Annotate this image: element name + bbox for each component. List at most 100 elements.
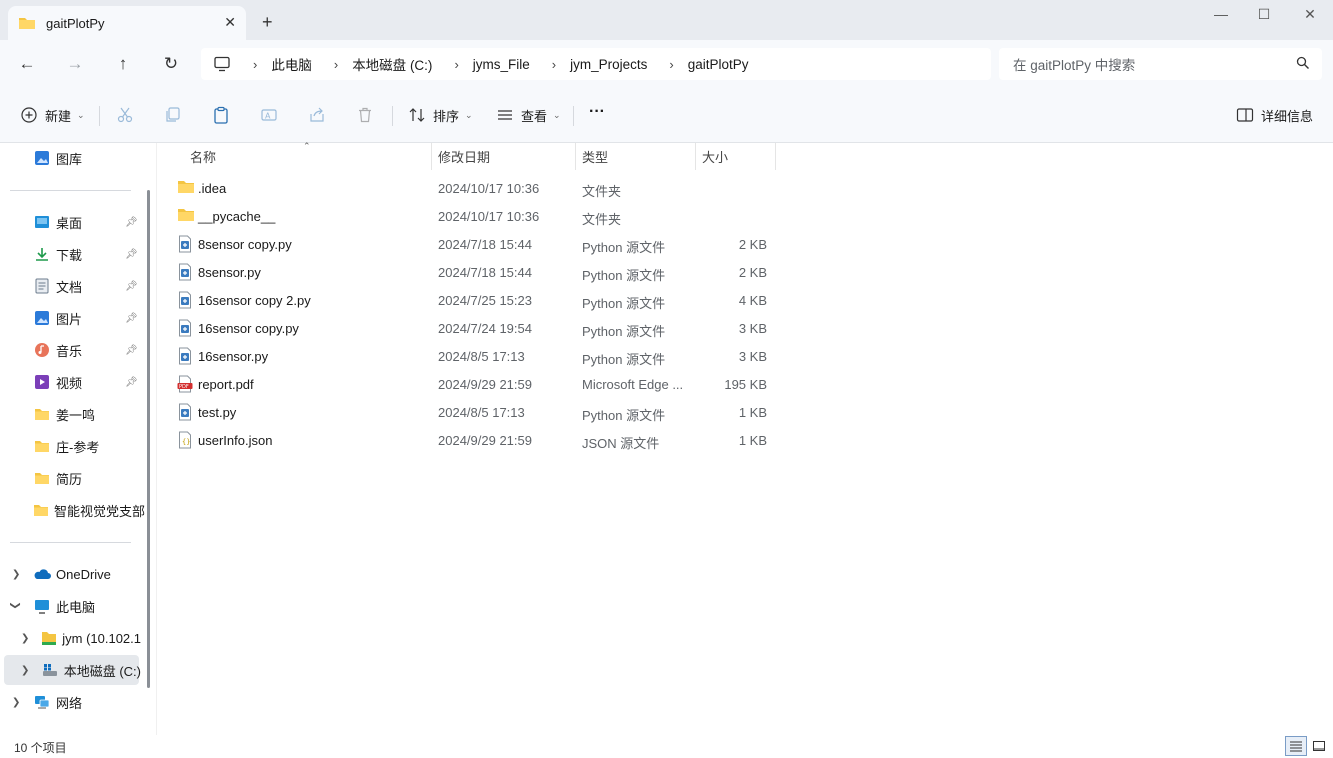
file-row[interactable]: 16sensor.py 2024/8/5 17:13 Python 源文件 3 KB bbox=[157, 342, 777, 370]
folder-icon bbox=[177, 179, 195, 197]
column-header-size[interactable]: 大小 bbox=[702, 143, 728, 170]
file-row[interactable]: test.py 2024/8/5 17:13 Python 源文件 1 KB bbox=[157, 398, 777, 426]
python-file-icon bbox=[177, 235, 195, 253]
maximize-button[interactable]: ☐ bbox=[1241, 6, 1287, 23]
more-options-button[interactable]: ··· bbox=[589, 101, 605, 123]
toolbar-divider bbox=[99, 106, 100, 126]
sidebar-item-network[interactable]: 网络 bbox=[33, 688, 82, 716]
sidebar-item-label: 姜一鸣 bbox=[56, 407, 96, 423]
file-row[interactable]: 8sensor.py 2024/7/18 15:44 Python 源文件 2 KB bbox=[157, 258, 777, 286]
column-header-name[interactable]: 名称 bbox=[190, 143, 216, 170]
chevron-right-icon[interactable]: ❯ bbox=[12, 569, 20, 580]
column-header-type[interactable]: 类型 bbox=[582, 143, 608, 170]
sidebar-item-videos[interactable]: 视频 bbox=[33, 368, 82, 396]
sidebar-item-this-pc[interactable]: 此电脑 bbox=[33, 592, 95, 620]
search-icon[interactable] bbox=[1296, 56, 1310, 70]
pin-icon[interactable]: 📌︎ bbox=[125, 281, 138, 292]
breadcrumb-this-pc[interactable]: 此电脑 bbox=[271, 54, 312, 74]
sidebar-item-folder-party-branch[interactable]: 智能视觉党支部 bbox=[33, 496, 145, 524]
gallery-icon bbox=[33, 149, 51, 167]
forward-button[interactable]: → bbox=[61, 52, 89, 76]
new-button[interactable]: 新建 ⌄ bbox=[19, 104, 85, 126]
file-row[interactable]: 16sensor copy.py 2024/7/24 19:54 Python 源文… bbox=[157, 314, 777, 342]
sidebar-item-network-drive[interactable]: jym (10.102.1 bbox=[41, 624, 141, 652]
delete-button[interactable] bbox=[355, 104, 375, 126]
computer-icon bbox=[214, 56, 230, 72]
file-row[interactable]: {} userInfo.json 2024/9/29 21:59 JSON 源文件 1 … bbox=[157, 426, 777, 454]
command-bar: 新建 ⌄ A 排序 ⌄ 查看 ⌄ ··· 详细信息 bbox=[0, 88, 1333, 143]
sidebar-item-folder-jiang[interactable]: 姜一鸣 bbox=[33, 400, 95, 428]
file-size: 1 KB bbox=[738, 405, 767, 420]
tab-gaitplotpy[interactable]: gaitPlotPy ✕ bbox=[8, 6, 246, 40]
column-divider[interactable] bbox=[775, 143, 776, 170]
sidebar-item-gallery[interactable]: 图库 bbox=[33, 144, 82, 172]
search-input[interactable]: 在 gaitPlotPy 中搜索 bbox=[999, 48, 1322, 80]
column-divider[interactable] bbox=[575, 143, 576, 170]
pin-icon[interactable]: 📌︎ bbox=[125, 217, 138, 228]
python-file-icon bbox=[177, 403, 195, 421]
item-count: 10 个项目 bbox=[14, 741, 67, 755]
details-pane-button[interactable]: 详细信息 bbox=[1235, 104, 1313, 126]
sidebar-item-documents[interactable]: 文档 bbox=[33, 272, 82, 300]
network-icon bbox=[33, 693, 51, 711]
up-button[interactable]: ↑ bbox=[109, 52, 137, 76]
folder-icon bbox=[19, 18, 35, 29]
python-file-icon bbox=[177, 291, 195, 309]
chevron-right-icon[interactable]: ❯ bbox=[21, 633, 29, 644]
chevron-right-icon[interactable]: ❯ bbox=[12, 697, 20, 708]
sort-button[interactable]: 排序 ⌄ bbox=[407, 104, 473, 126]
column-header-date[interactable]: 修改日期 bbox=[438, 143, 490, 170]
status-bar: 10 个项目 bbox=[0, 735, 1333, 758]
breadcrumb-local-disk[interactable]: 本地磁盘 (C:) bbox=[352, 54, 432, 74]
navigation-pane: 图库 桌面 📌︎ 下载 📌︎ 文档 📌︎ 图片 📌︎ 音乐 📌︎ 视频 📌︎ 姜… bbox=[0, 143, 156, 735]
breadcrumb-jyms-file[interactable]: jyms_File bbox=[473, 57, 530, 72]
breadcrumb-gaitplotpy[interactable]: gaitPlotPy bbox=[688, 57, 749, 72]
chevron-right-icon[interactable]: ❯ bbox=[21, 665, 29, 676]
sidebar-item-music[interactable]: 音乐 bbox=[33, 336, 82, 364]
file-size: 3 KB bbox=[738, 349, 767, 364]
copy-button[interactable] bbox=[163, 104, 183, 126]
rename-button[interactable]: A bbox=[259, 104, 279, 126]
close-window-button[interactable]: ✕ bbox=[1287, 6, 1333, 23]
pin-icon[interactable]: 📌︎ bbox=[125, 313, 138, 324]
sidebar-item-pictures[interactable]: 图片 bbox=[33, 304, 82, 332]
tiles-view-button[interactable] bbox=[1308, 736, 1330, 756]
sidebar-item-downloads[interactable]: 下载 bbox=[33, 240, 82, 268]
refresh-button[interactable]: ↻ bbox=[157, 52, 185, 76]
sidebar-item-label: 文档 bbox=[56, 279, 83, 295]
details-view-button[interactable] bbox=[1285, 736, 1307, 756]
this-pc-icon bbox=[33, 597, 51, 615]
address-bar[interactable]: › 此电脑 › 本地磁盘 (C:) › jyms_File › jym_Proj… bbox=[201, 48, 991, 80]
file-size: 1 KB bbox=[738, 433, 767, 448]
pin-icon[interactable]: 📌︎ bbox=[125, 377, 138, 388]
cut-button[interactable] bbox=[115, 104, 135, 126]
sidebar-scrollbar[interactable] bbox=[147, 190, 150, 688]
file-date: 2024/8/5 17:13 bbox=[438, 405, 525, 420]
file-row[interactable]: 8sensor copy.py 2024/7/18 15:44 Python 源文件… bbox=[157, 230, 777, 258]
paste-button[interactable] bbox=[211, 104, 231, 126]
sidebar-item-folder-reference[interactable]: 庄-参考 bbox=[33, 432, 99, 460]
file-type: Python 源文件 bbox=[582, 324, 666, 339]
sidebar-item-onedrive[interactable]: OneDrive bbox=[33, 560, 111, 588]
sidebar-item-folder-resume[interactable]: 简历 bbox=[33, 464, 82, 492]
sidebar-item-local-disk[interactable]: 本地磁盘 (C:) bbox=[41, 656, 141, 684]
view-button[interactable]: 查看 ⌄ bbox=[495, 104, 561, 126]
file-row[interactable]: 16sensor copy 2.py 2024/7/25 15:23 Python … bbox=[157, 286, 777, 314]
column-divider[interactable] bbox=[431, 143, 432, 170]
file-row[interactable]: PDF report.pdf 2024/9/29 21:59 Microsoft Ed… bbox=[157, 370, 777, 398]
trash-icon bbox=[355, 105, 375, 125]
sidebar-item-desktop[interactable]: 桌面 bbox=[33, 208, 82, 236]
back-button[interactable]: ← bbox=[13, 52, 41, 76]
column-divider[interactable] bbox=[695, 143, 696, 170]
new-tab-button[interactable]: + bbox=[262, 12, 273, 33]
share-button[interactable] bbox=[307, 104, 327, 126]
breadcrumb-jym-projects[interactable]: jym_Projects bbox=[570, 57, 647, 72]
pin-icon[interactable]: 📌︎ bbox=[125, 345, 138, 356]
chevron-down-icon[interactable]: ❯ bbox=[10, 601, 21, 609]
file-row[interactable]: __pycache__ 2024/10/17 10:36 文件夹 bbox=[157, 202, 777, 230]
close-tab-button[interactable]: ✕ bbox=[224, 14, 236, 31]
file-row[interactable]: .idea 2024/10/17 10:36 文件夹 bbox=[157, 174, 777, 202]
clipboard-icon bbox=[211, 105, 231, 125]
minimize-button[interactable]: — bbox=[1198, 6, 1244, 22]
pin-icon[interactable]: 📌︎ bbox=[125, 249, 138, 260]
